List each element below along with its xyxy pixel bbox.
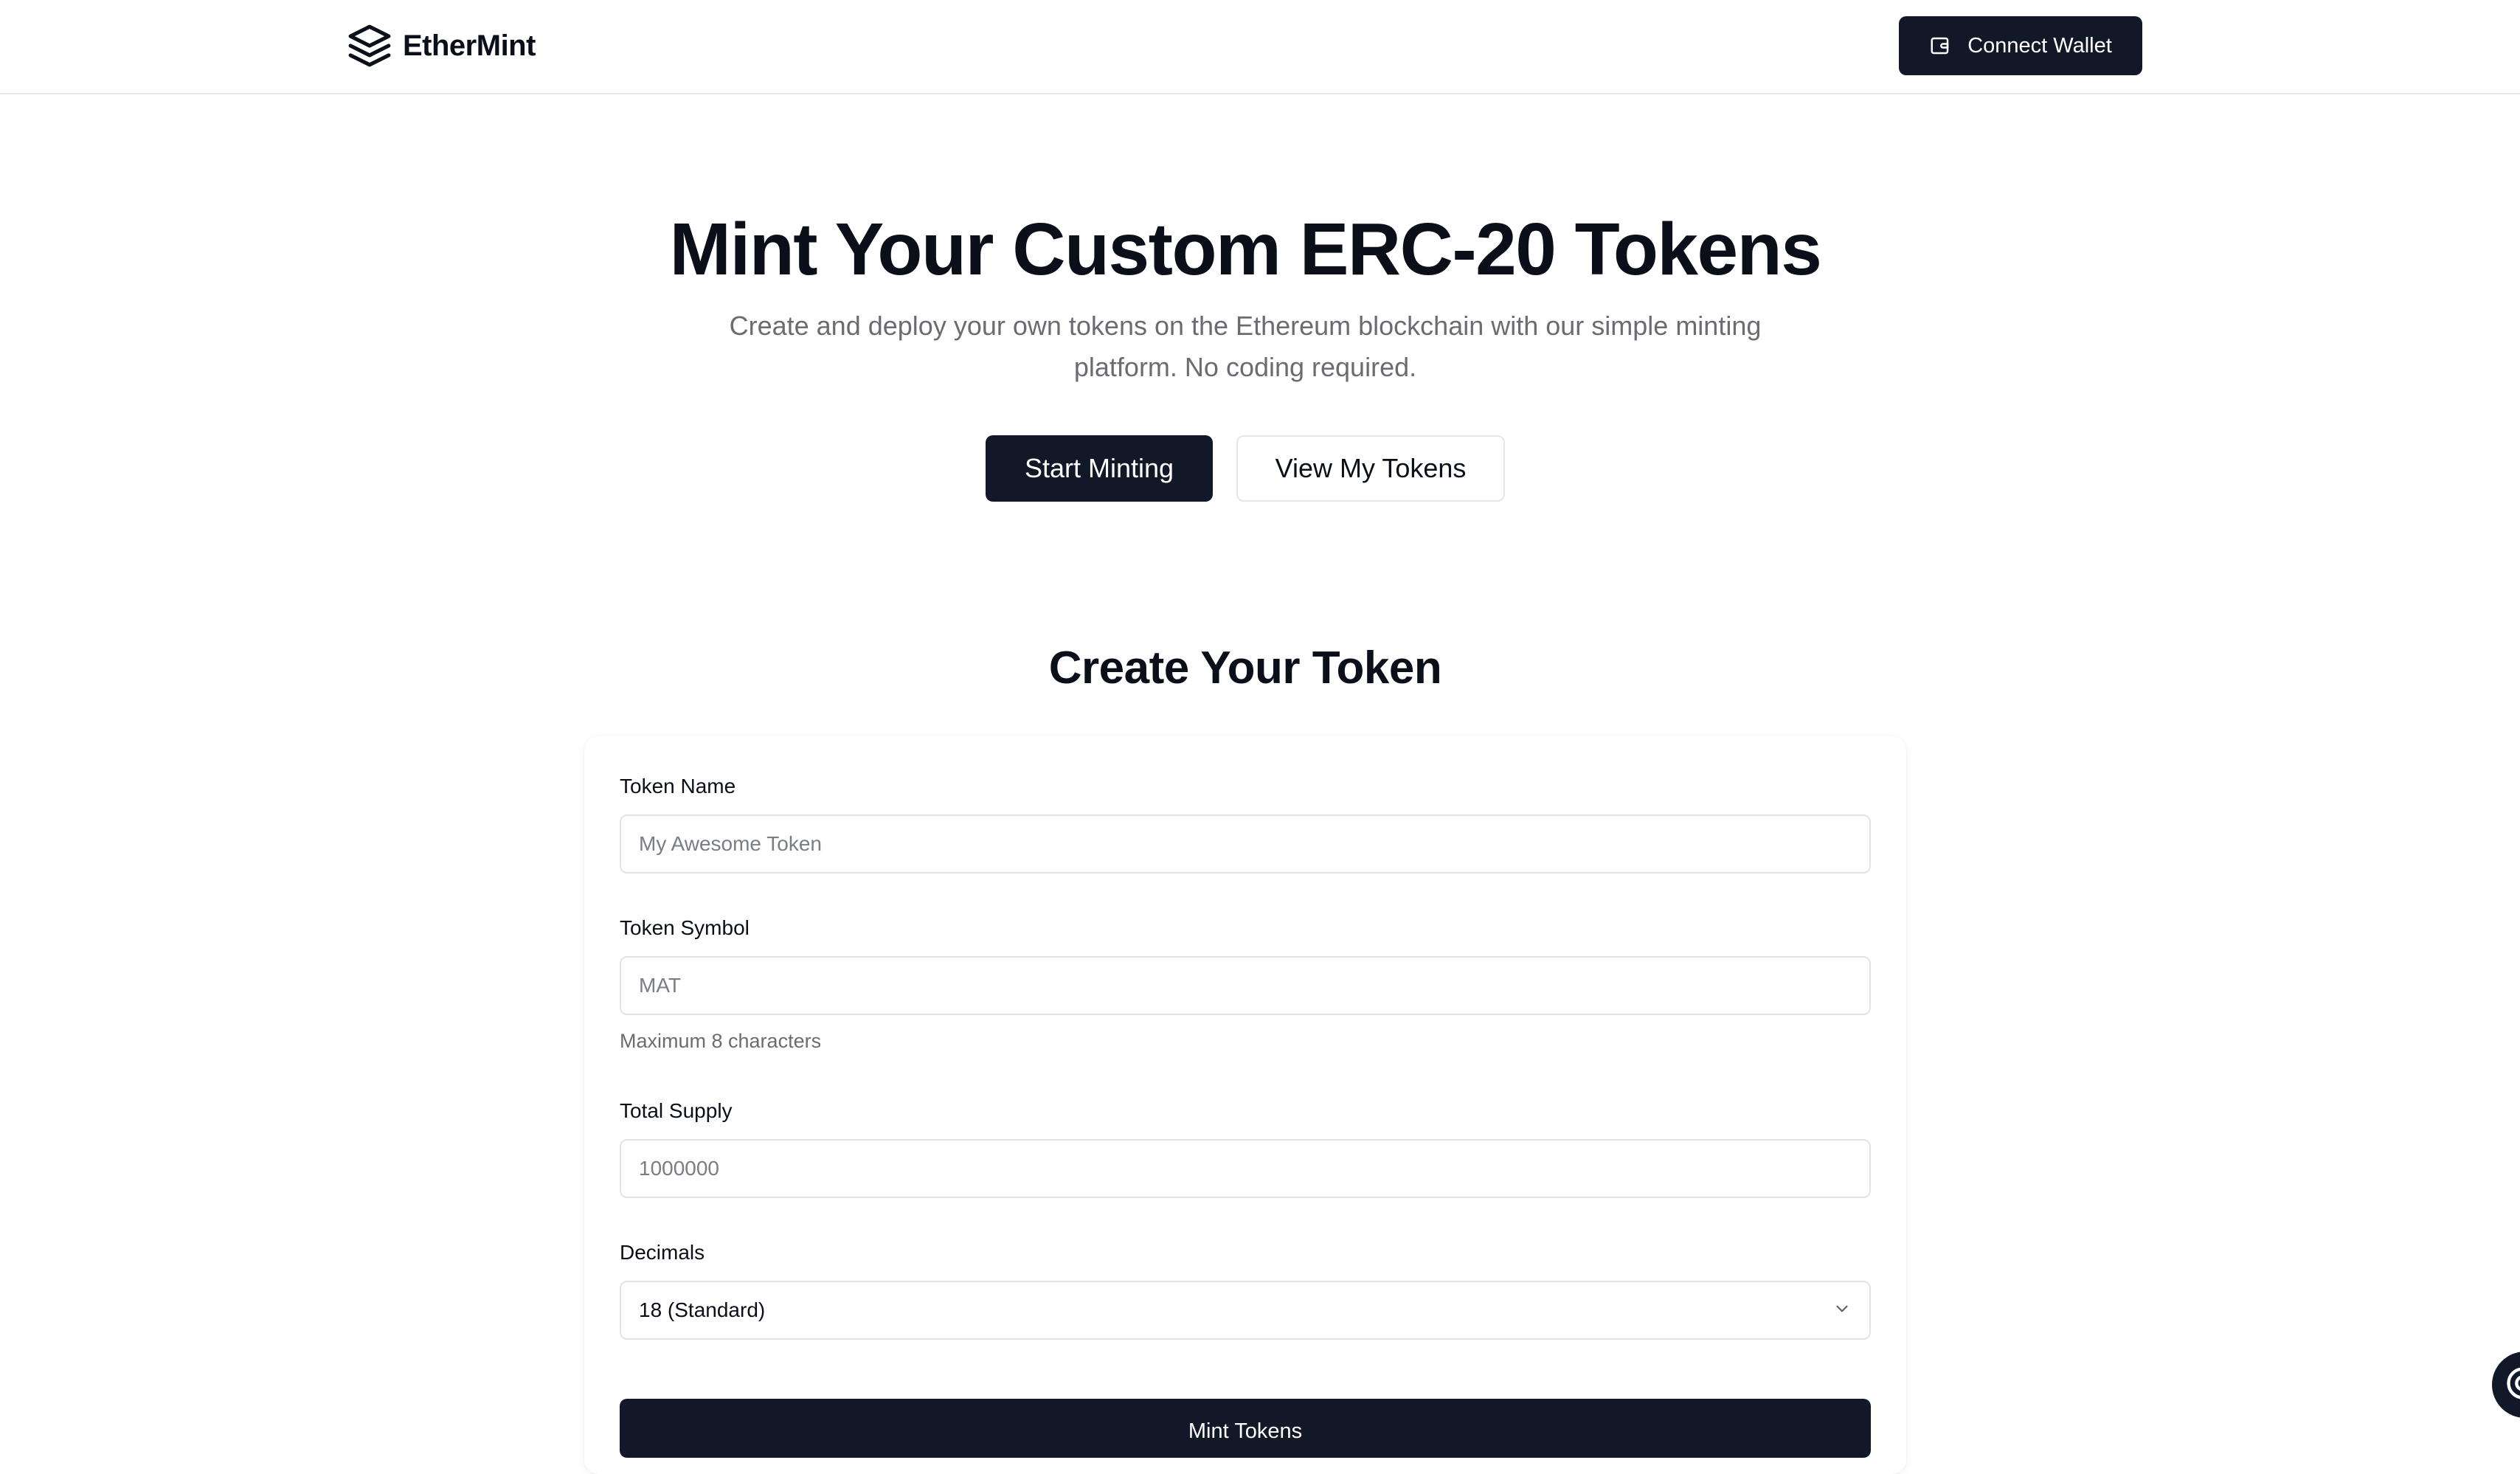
mint-tokens-button[interactable]: Mint Tokens [620, 1399, 1871, 1458]
connect-wallet-label: Connect Wallet [1967, 34, 2112, 58]
wallet-icon [1929, 35, 1951, 57]
create-token-title: Create Your Token [0, 639, 2490, 698]
layers-icon [347, 23, 392, 69]
mint-tokens-label: Mint Tokens [1188, 1419, 1302, 1458]
token-symbol-input[interactable] [620, 956, 1871, 1015]
connect-wallet-button[interactable]: Connect Wallet [1899, 16, 2142, 75]
token-name-input[interactable] [620, 814, 1871, 873]
decimals-label: Decimals [620, 1241, 705, 1264]
help-icon [2504, 1364, 2520, 1406]
brand-name: EtherMint [403, 30, 536, 63]
hero-title: Mint Your Custom ERC-20 Tokens [0, 205, 2490, 294]
brand-logo[interactable]: EtherMint [347, 21, 536, 71]
total-supply-label: Total Supply [620, 1099, 733, 1123]
hero-subtitle: Create and deploy your own tokens on the… [707, 305, 1784, 388]
help-button[interactable] [2492, 1352, 2520, 1418]
total-supply-input[interactable] [620, 1139, 1871, 1198]
start-minting-button[interactable]: Start Minting [986, 435, 1213, 502]
chevron-down-icon [1832, 1299, 1852, 1322]
token-symbol-label: Token Symbol [620, 916, 750, 940]
decimals-selected-value: 18 (Standard) [639, 1298, 765, 1322]
view-my-tokens-button[interactable]: View My Tokens [1236, 435, 1505, 502]
token-symbol-hint: Maximum 8 characters [620, 1030, 821, 1053]
token-name-label: Token Name [620, 775, 735, 798]
decimals-select[interactable]: 18 (Standard) [620, 1281, 1871, 1340]
top-nav: EtherMint Connect Wallet [0, 0, 2520, 94]
